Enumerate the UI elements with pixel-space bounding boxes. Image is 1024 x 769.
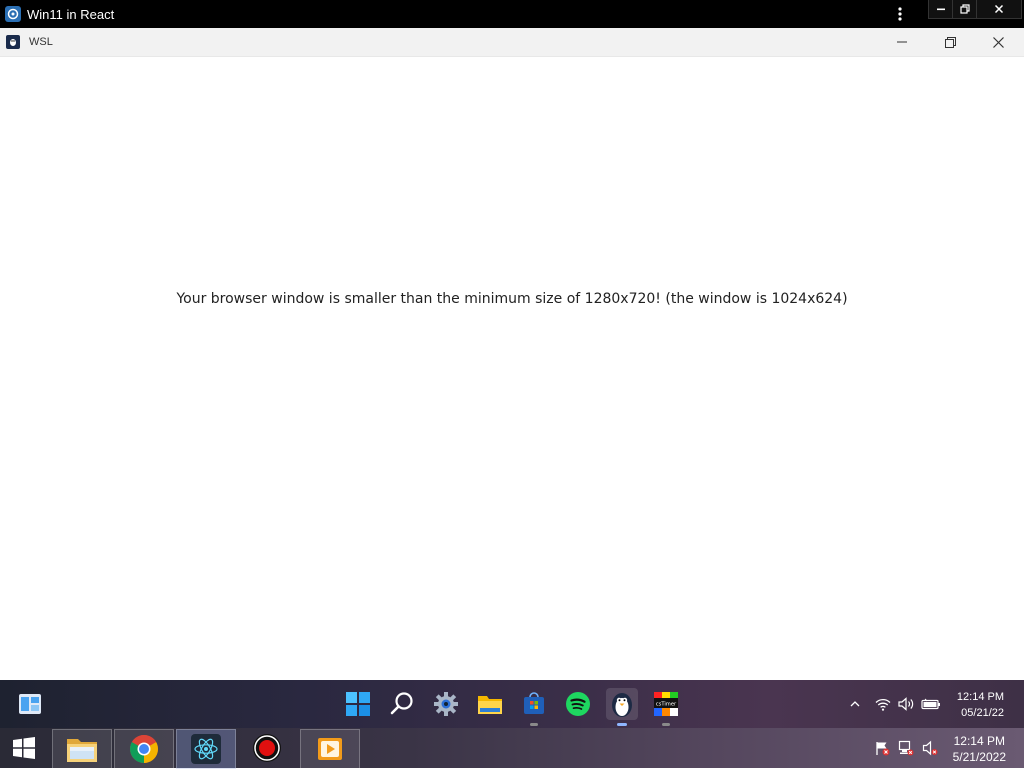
windows-logo-icon (13, 737, 35, 759)
widgets-icon[interactable] (14, 688, 46, 720)
search-icon[interactable] (386, 688, 418, 720)
host-chrome-button[interactable] (114, 729, 174, 769)
outer-close-button[interactable] (976, 0, 1022, 19)
host-clock[interactable]: 12:14 PM 5/21/2022 (953, 733, 1006, 765)
wsl-app-icon (6, 35, 20, 49)
host-start-button[interactable] (0, 728, 48, 768)
store-icon[interactable] (518, 688, 550, 726)
windows-start-icon[interactable] (342, 688, 374, 720)
cstimer-label: csTimer (656, 702, 677, 708)
action-center-flag-icon[interactable] (873, 739, 891, 757)
network-icon[interactable] (897, 739, 915, 757)
record-icon (253, 734, 281, 762)
wsl-window-titlebar: WSL (0, 28, 1024, 57)
react-icon (191, 734, 221, 764)
folder-icon (67, 739, 97, 762)
media-player-icon (318, 738, 342, 760)
more-options-icon[interactable] (890, 4, 910, 24)
host-time: 12:14 PM (953, 734, 1005, 748)
host-record-button[interactable] (238, 729, 296, 767)
penguin-icon[interactable] (606, 688, 638, 726)
battery-icon[interactable] (920, 694, 942, 714)
volume-muted-icon[interactable] (921, 739, 939, 757)
chrome-icon (130, 735, 158, 763)
cstimer-icon[interactable]: csTimer (650, 688, 682, 726)
host-date: 5/21/2022 (952, 750, 1006, 764)
host-react-button[interactable] (176, 729, 236, 769)
maximize-button[interactable] (926, 28, 974, 56)
running-indicator (662, 723, 670, 726)
minimize-button[interactable] (878, 28, 926, 56)
host-media-player-button[interactable] (300, 729, 360, 769)
taskbar: csTimer 12:14 PM 05/21/22 (0, 680, 1024, 728)
wsl-window-content: Your browser window is smaller than the … (0, 57, 1024, 680)
outer-minimize-button[interactable] (928, 0, 954, 19)
settings-gear-icon[interactable] (430, 688, 462, 720)
host-taskbar: 12:14 PM 5/21/2022 (0, 728, 1024, 769)
wifi-icon[interactable] (874, 694, 892, 714)
volume-icon[interactable] (897, 694, 915, 714)
folder-icon[interactable] (474, 688, 506, 720)
wsl-window-title: WSL (29, 36, 53, 48)
window-size-warning: Your browser window is smaller than the … (176, 291, 848, 307)
host-file-manager-button[interactable] (52, 729, 112, 769)
close-button[interactable] (974, 28, 1022, 56)
spotify-icon[interactable] (562, 688, 594, 720)
active-indicator (617, 723, 627, 726)
chevron-up-icon[interactable] (848, 694, 862, 714)
taskbar-clock[interactable]: 12:14 PM 05/21/22 (957, 689, 1004, 721)
taskbar-time: 12:14 PM (956, 691, 1004, 703)
taskbar-date: 05/21/22 (961, 707, 1004, 719)
app-logo-icon (5, 6, 21, 22)
running-indicator (530, 723, 538, 726)
outer-window-title: Win11 in React (27, 6, 115, 22)
outer-restore-button[interactable] (952, 0, 978, 19)
outer-window-titlebar: Win11 in React (0, 0, 1024, 28)
